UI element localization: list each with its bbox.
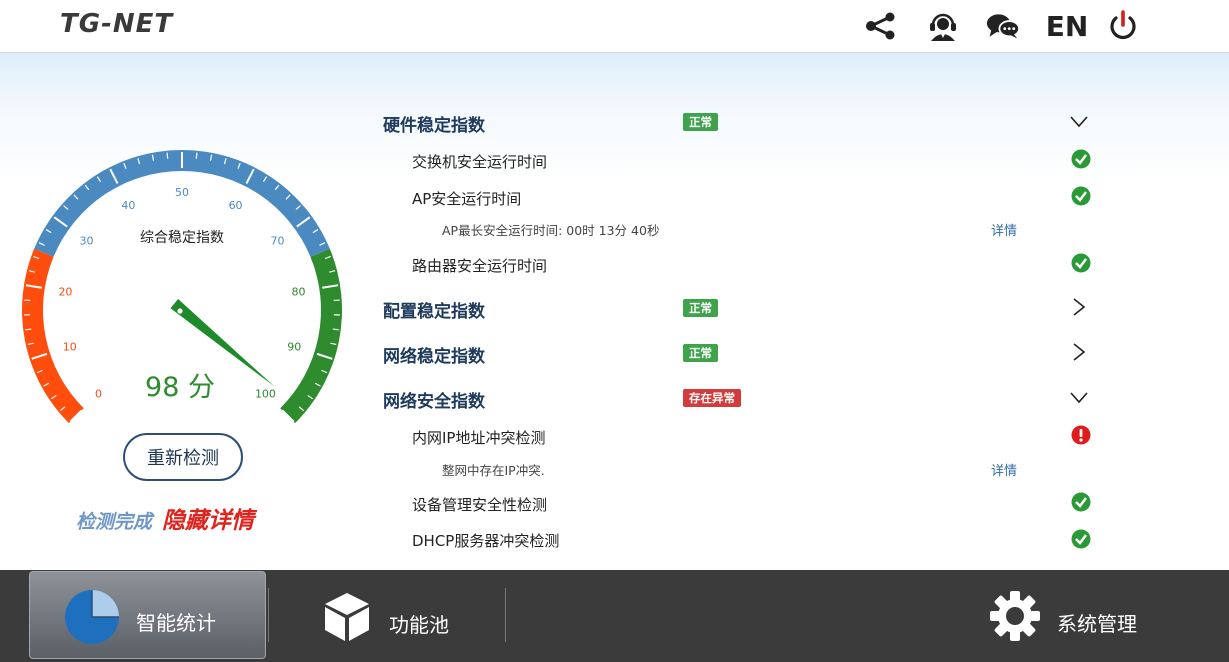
gauge-tick-label: 90 (287, 340, 301, 353)
ap-uptime-detail: AP最长安全运行时间: 00时 13分 40秒 (442, 223, 660, 238)
category-config-title[interactable]: 配置稳定指数 (383, 297, 485, 322)
chevron-right-icon[interactable] (1068, 342, 1090, 362)
gauge-tick-label: 0 (95, 387, 102, 400)
language-button[interactable]: EN (1046, 10, 1089, 43)
gear-icon (990, 591, 1040, 641)
detection-complete-text: 检测完成 (76, 511, 153, 533)
list-item-router-uptime: 路由器安全运行时间 (412, 257, 548, 275)
tab-label: 智能统计 (136, 611, 216, 635)
logo: TG-NET (60, 9, 174, 39)
gauge-tick (25, 328, 32, 331)
chevron-right-icon[interactable] (1068, 297, 1090, 317)
gauge-tick (166, 152, 169, 159)
check-icon (1071, 492, 1091, 512)
tab-label: 功能池 (389, 613, 449, 637)
chevron-down-icon[interactable] (1068, 387, 1090, 407)
gauge-tick-label: 60 (229, 199, 243, 212)
list-item-device-mgmt-security: 设备管理安全性检测 (412, 496, 548, 514)
gauge-tick-label: 10 (63, 340, 77, 353)
power-icon[interactable] (1106, 10, 1140, 41)
tab-function-pool[interactable]: 功能池 (305, 570, 495, 660)
ap-detail-link[interactable]: 详情 (991, 220, 1017, 239)
chat-icon[interactable] (986, 11, 1020, 41)
check-icon (1071, 186, 1091, 206)
ip-conflict-detail: 整网中存在IP冲突. (442, 463, 545, 478)
cube-icon (325, 593, 369, 641)
list-item-ap-uptime: AP安全运行时间 (412, 190, 522, 208)
gauge-band-high (280, 248, 343, 424)
gauge-tick-label: 50 (175, 186, 189, 199)
gauge-tick-label: 80 (292, 286, 306, 299)
error-icon (1071, 425, 1091, 445)
category-security-title[interactable]: 网络安全指数 (383, 387, 485, 412)
gauge-band-low (22, 248, 84, 424)
tab-label: 系统管理 (1057, 612, 1137, 636)
gauge-score: 98 分 (145, 372, 215, 403)
tab-smart-statistics[interactable]: 智能统计 (29, 571, 266, 659)
check-icon (1071, 149, 1091, 169)
check-icon (1071, 529, 1091, 549)
gauge-title: 综合稳定指数 (140, 230, 224, 246)
chevron-down-icon[interactable] (1068, 111, 1090, 131)
status-badge: 正常 (683, 299, 718, 317)
gauge-tick-label: 30 (80, 235, 94, 248)
list-item-dhcp-conflict: DHCP服务器冲突检测 (412, 532, 560, 550)
customer-service-icon[interactable] (926, 11, 960, 41)
share-icon[interactable] (863, 11, 897, 41)
top-bar: TG-NET EN (0, 0, 1229, 53)
pie-chart-icon (65, 590, 119, 644)
gauge-tick-label: 70 (270, 235, 284, 248)
divider (505, 588, 506, 642)
list-item-ip-conflict: 内网IP地址冲突检测 (412, 429, 546, 447)
status-badge: 正常 (683, 344, 718, 362)
detection-status: 检测完成 隐藏详情 (76, 501, 254, 535)
category-hardware-title[interactable]: 硬件稳定指数 (383, 111, 485, 136)
tab-system-management[interactable]: 系统管理 (985, 570, 1185, 660)
gauge-tick (332, 328, 339, 331)
gauge-tick-label: 100 (255, 387, 276, 400)
stability-gauge: 综合稳定指数 98 分 0 10 20 30 40 50 60 70 80 90 100 (22, 149, 343, 424)
gauge-tick-label: 20 (58, 286, 72, 299)
category-network-title[interactable]: 网络稳定指数 (383, 342, 485, 367)
check-icon (1071, 253, 1091, 273)
status-badge: 正常 (683, 113, 718, 131)
redetect-button[interactable]: 重新检测 (123, 433, 243, 481)
main-panel: 综合稳定指数 98 分 0 10 20 30 40 50 60 70 80 90 100 重新检测 … (0, 53, 1229, 570)
hide-details-link[interactable]: 隐藏详情 (162, 508, 254, 534)
gauge-needle-hub (177, 308, 183, 314)
gauge-tick (195, 152, 198, 159)
bottom-nav-bar: 智能统计 功能池 系统管理 (0, 570, 1229, 662)
list-item-switch-uptime: 交换机安全运行时间 (412, 153, 548, 171)
ip-conflict-detail-link[interactable]: 详情 (991, 460, 1017, 479)
divider (268, 588, 269, 642)
gauge-tick-label: 40 (121, 199, 135, 212)
status-badge: 存在异常 (683, 389, 741, 407)
